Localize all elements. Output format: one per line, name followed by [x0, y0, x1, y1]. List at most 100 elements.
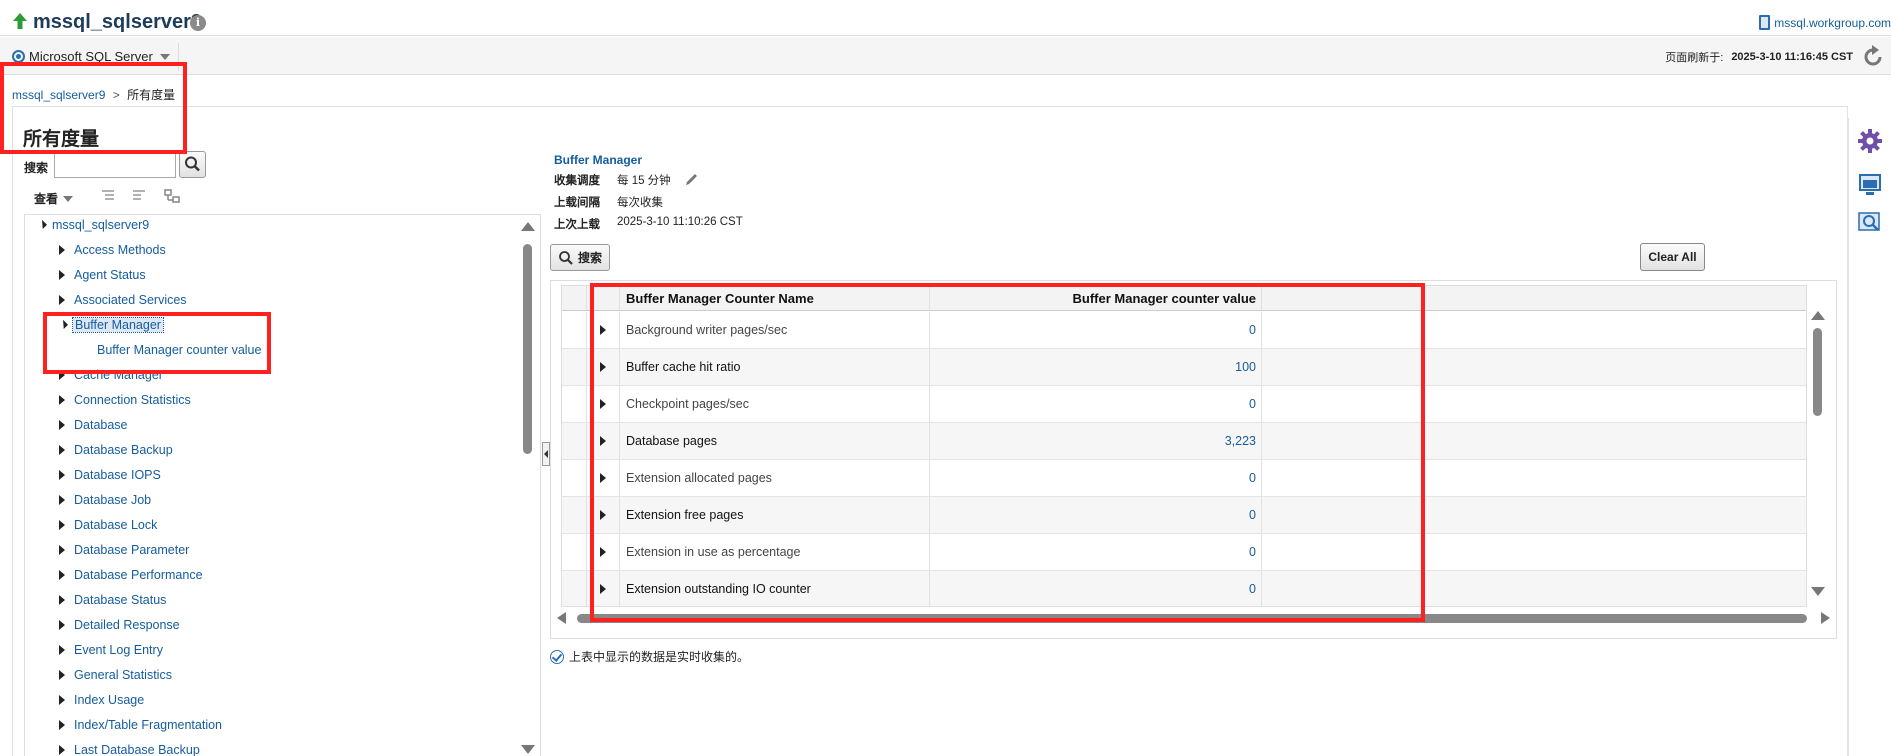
expand-icon[interactable] — [59, 695, 65, 705]
chevron-down-icon[interactable] — [63, 195, 74, 202]
tree-item-label[interactable]: General Statistics — [74, 668, 172, 682]
refresh-label: 页面刷新于: — [1665, 52, 1724, 64]
tree-item-label[interactable]: Access Methods — [74, 243, 166, 257]
expand-icon[interactable] — [59, 595, 65, 605]
expand-icon[interactable] — [59, 395, 65, 405]
table-vertical-scrollbar[interactable] — [1809, 311, 1827, 601]
tree-item-label[interactable]: Last Database Backup — [74, 743, 200, 756]
tree-item[interactable]: Database Performance — [59, 565, 203, 585]
tree-item-label[interactable]: Database Backup — [74, 443, 173, 457]
table-search-button[interactable]: 搜索 — [550, 244, 610, 271]
scroll-right-icon[interactable] — [1821, 612, 1830, 624]
tree-item[interactable]: Index/Table Fragmentation — [59, 715, 222, 735]
view-menu-label[interactable]: 查看 — [34, 190, 58, 207]
expand-icon[interactable] — [59, 270, 65, 280]
tree-item[interactable]: Index Usage — [59, 690, 144, 710]
tree-item-label[interactable]: Database Status — [74, 593, 166, 607]
scroll-down-icon[interactable] — [521, 745, 535, 754]
scroll-down-icon[interactable] — [1811, 587, 1825, 596]
detach-icon[interactable] — [164, 189, 180, 203]
expand-icon[interactable] — [59, 745, 65, 755]
tree-item-label[interactable]: Database IOPS — [74, 468, 161, 482]
host-link[interactable]: mssql.workgroup.com — [1759, 15, 1891, 30]
tree-item-label[interactable]: Database Parameter — [74, 543, 189, 557]
realtime-note-text: 上表中显示的数据是实时收集的。 — [569, 650, 750, 664]
expand-icon[interactable] — [59, 520, 65, 530]
tree-item[interactable]: Agent Status — [59, 265, 146, 285]
expand-icon[interactable] — [59, 495, 65, 505]
host-link-label[interactable]: mssql.workgroup.com — [1774, 16, 1891, 30]
tree-item-label[interactable]: Agent Status — [74, 268, 146, 282]
scroll-up-icon[interactable] — [521, 222, 535, 231]
row-spacer — [562, 460, 587, 496]
search-button[interactable] — [179, 151, 206, 178]
tree-item-label[interactable]: Associated Services — [74, 293, 187, 307]
collection-schedule-label: 收集调度 — [554, 175, 600, 187]
expand-icon[interactable] — [59, 545, 65, 555]
tree-item-label[interactable]: Detailed Response — [74, 618, 180, 632]
expand-icon[interactable] — [59, 245, 65, 255]
expand-icon[interactable] — [59, 470, 65, 480]
expand-icon[interactable] — [59, 670, 65, 680]
annotation-box-header — [0, 62, 187, 154]
view-menu[interactable]: 查看 — [34, 190, 74, 207]
pencil-icon[interactable] — [684, 171, 700, 187]
collapse-icon[interactable] — [34, 219, 47, 233]
scroll-thumb[interactable] — [1813, 328, 1822, 416]
tree-item[interactable]: Database IOPS — [59, 465, 161, 485]
tree-item-label[interactable]: Index Usage — [74, 693, 144, 707]
expand-icon[interactable] — [59, 420, 65, 430]
collapse-all-icon[interactable] — [131, 189, 147, 203]
tree-item[interactable]: Database Lock — [59, 515, 157, 535]
monitor-icon[interactable] — [1857, 172, 1883, 198]
tree-scrollbar[interactable] — [520, 218, 536, 756]
pane-splitter[interactable] — [540, 214, 541, 756]
tree-root-label[interactable]: mssql_sqlserver9 — [52, 218, 149, 232]
metric-tree: mssql_sqlserver9 Access Methods Agent St… — [24, 214, 540, 756]
tree-item[interactable]: Event Log Entry — [59, 640, 163, 660]
clear-all-button[interactable]: Clear All — [1640, 243, 1705, 271]
scroll-left-icon[interactable] — [557, 612, 566, 624]
target-title[interactable]: mssql_sqlserver9 — [33, 11, 202, 34]
tree-item-label[interactable]: Database — [74, 418, 128, 432]
expand-icon[interactable] — [59, 445, 65, 455]
tree-item[interactable]: Database Job — [59, 490, 151, 510]
tree-root[interactable]: mssql_sqlserver9 — [33, 215, 149, 235]
header-spacer — [562, 286, 587, 310]
tree-item-label[interactable]: Database Job — [74, 493, 151, 507]
table-search-label[interactable]: 搜索 — [578, 249, 602, 266]
tree-item[interactable]: Database Status — [59, 590, 166, 610]
tree-item-label[interactable]: Connection Statistics — [74, 393, 191, 407]
gear-icon[interactable] — [1857, 128, 1883, 154]
expand-icon[interactable] — [59, 295, 65, 305]
expand-icon[interactable] — [59, 570, 65, 580]
tree-item-label[interactable]: Index/Table Fragmentation — [74, 718, 222, 732]
refresh-icon[interactable] — [1861, 45, 1885, 69]
scroll-up-icon[interactable] — [1811, 311, 1825, 320]
annotation-box-table — [590, 283, 1425, 622]
expand-icon[interactable] — [59, 720, 65, 730]
magnifier-icon[interactable] — [1857, 210, 1883, 236]
search-input[interactable] — [54, 152, 176, 178]
expand-icon[interactable] — [59, 620, 65, 630]
tree-item[interactable]: Database Parameter — [59, 540, 189, 560]
tree-item[interactable]: Database — [59, 415, 128, 435]
info-icon[interactable]: i — [190, 15, 206, 31]
chevron-down-icon[interactable] — [159, 53, 170, 60]
tree-item[interactable]: Last Database Backup — [59, 740, 200, 756]
tree-item-label[interactable]: Database Lock — [74, 518, 157, 532]
tree-item[interactable]: Connection Statistics — [59, 390, 191, 410]
tree-item[interactable]: General Statistics — [59, 665, 172, 685]
collapse-pane-handle[interactable] — [542, 442, 550, 466]
tree-item[interactable]: Associated Services — [59, 290, 187, 310]
refresh-area: 页面刷新于: 2025-3-10 11:16:45 CST — [1665, 45, 1885, 69]
scroll-thumb[interactable] — [523, 244, 532, 454]
tree-item[interactable]: Access Methods — [59, 240, 166, 260]
expand-icon[interactable] — [59, 645, 65, 655]
tree-item-label[interactable]: Event Log Entry — [74, 643, 163, 657]
tree-item[interactable]: Detailed Response — [59, 615, 180, 635]
tree-item[interactable]: Database Backup — [59, 440, 173, 460]
tree-item-label[interactable]: Database Performance — [74, 568, 203, 582]
expand-all-icon[interactable] — [100, 189, 116, 203]
server-icon — [1759, 15, 1771, 30]
